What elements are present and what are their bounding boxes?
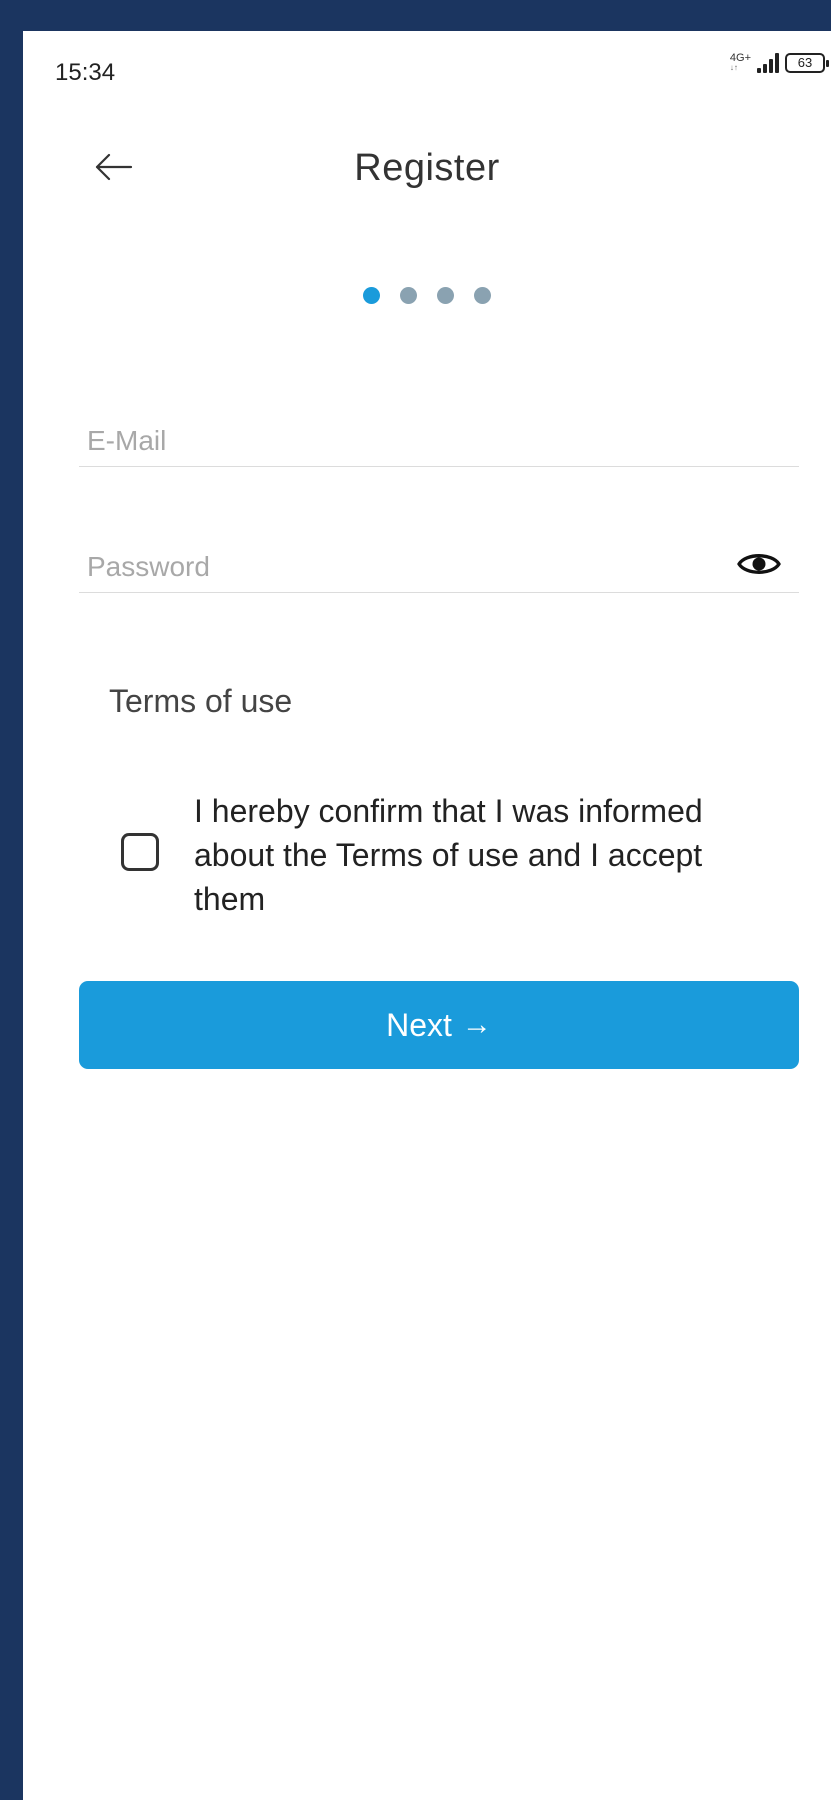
eye-icon xyxy=(737,554,781,574)
password-field-container xyxy=(79,533,799,593)
accept-terms-checkbox[interactable] xyxy=(121,833,159,871)
password-input[interactable] xyxy=(79,533,799,592)
arrow-right-icon: → xyxy=(461,1008,492,1041)
network-type: 4G+ ↓↑ xyxy=(730,53,751,73)
email-input[interactable] xyxy=(79,407,799,466)
email-field-container xyxy=(79,407,799,467)
battery-icon: 63 xyxy=(785,53,829,73)
step-dot-3 xyxy=(437,287,454,304)
page-title: Register xyxy=(354,147,500,189)
step-indicator xyxy=(23,287,831,304)
status-time: 15:34 xyxy=(55,59,116,86)
terms-heading: Terms of use xyxy=(109,683,293,719)
signal-icon xyxy=(757,53,779,73)
network-activity: ↓↑ xyxy=(729,63,738,72)
terms-confirm-text[interactable]: I hereby confirm that I was informed abo… xyxy=(194,789,754,921)
step-dot-2 xyxy=(400,287,417,304)
next-button-label: Next xyxy=(386,1006,452,1043)
step-dot-4 xyxy=(474,287,491,304)
network-label: 4G+ xyxy=(729,52,751,64)
app-screen: 15:34 4G+ ↓↑ 63 Register E-Mail Terms of… xyxy=(23,31,831,1800)
toggle-password-visibility-button[interactable] xyxy=(737,547,781,581)
next-button[interactable]: Next → xyxy=(79,981,799,1069)
status-indicators: 4G+ ↓↑ 63 xyxy=(730,53,829,73)
step-dot-1 xyxy=(363,287,380,304)
